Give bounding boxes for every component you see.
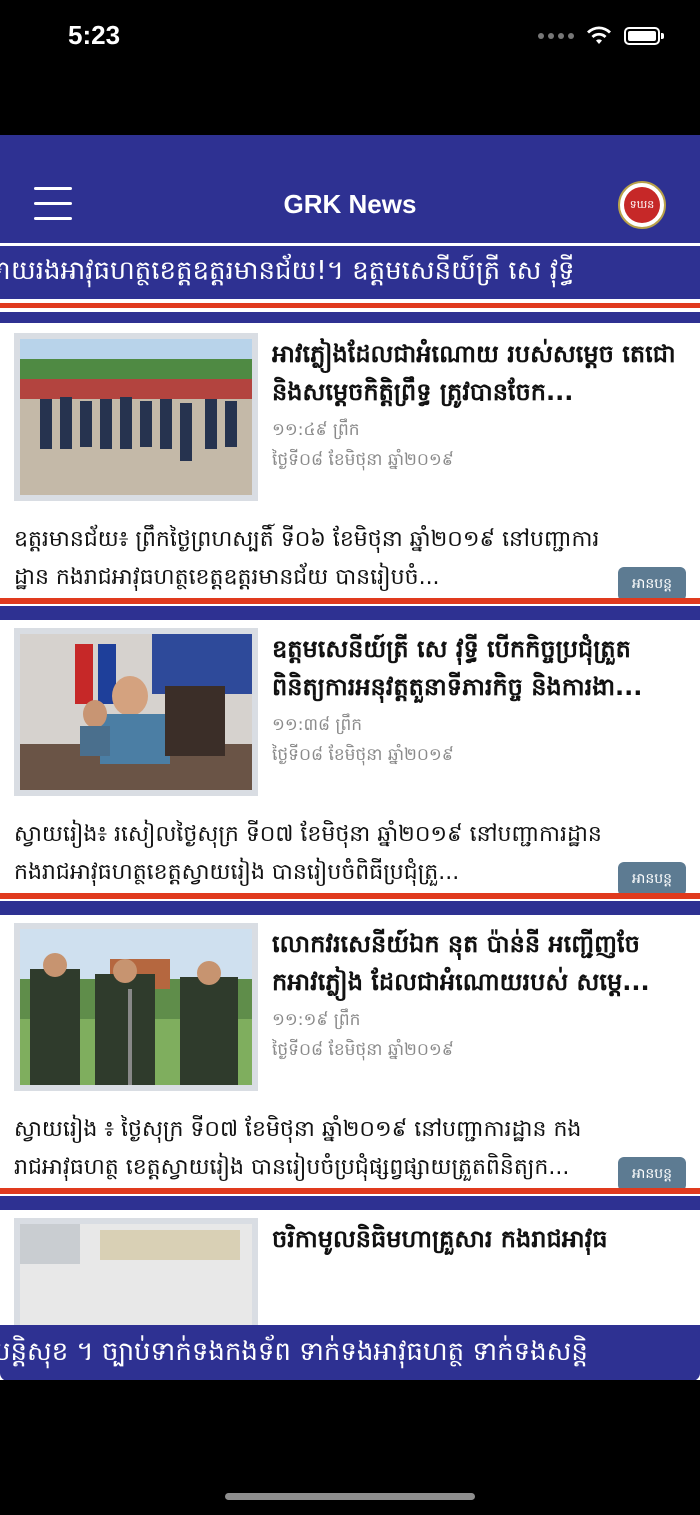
article-divider	[0, 1188, 700, 1210]
article-thumbnail[interactable]	[14, 923, 258, 1091]
article-list[interactable]: អាវភ្លៀងដែលជាអំណោយ របស់សម្តេច តេជោ និងសម…	[0, 325, 700, 1380]
article-thumbnail[interactable]	[14, 333, 258, 501]
article-summary: ស្វាយរៀង ៖ ថ្ងៃសុក្រ ទី០៧ ខែមិថុនា ឆ្នាំ…	[14, 1117, 582, 1180]
article-card[interactable]: ឧត្តមសេនីយ៍ត្រី សេ វុទ្ធី បើកកិច្ចប្រជុំ…	[0, 620, 700, 915]
app-screen: GRK News ទឃន ាយរងអាវុធហត្ថខេត្តឧត្តរមានជ…	[0, 135, 700, 1380]
flag-stripe	[0, 299, 700, 323]
article-thumbnail[interactable]	[14, 628, 258, 796]
home-indicator[interactable]	[225, 1493, 475, 1500]
article-photo	[20, 634, 252, 790]
news-ticker-bottom[interactable]: បន្តិសុខ ។ ច្បាប់ទាក់ទងកងទ័ព ទាក់ទងអាវុធ…	[0, 1325, 700, 1380]
article-time: ១១:៤៩ ព្រឹក	[272, 420, 360, 440]
news-ticker-top[interactable]: ាយរងអាវុធហត្ថខេត្តឧត្តរមានជ័យ!។ ឧត្តមសេន…	[0, 243, 700, 299]
ticker-text: ាយរងអាវុធហត្ថខេត្តឧត្តរមានជ័យ!។ ឧត្តមសេន…	[0, 256, 575, 286]
article-headline[interactable]: ឧត្តមសេនីយ៍ត្រី សេ វុទ្ធី បើកកិច្ចប្រជុំ…	[272, 630, 682, 706]
ticker-text: បន្តិសុខ ។ ច្បាប់ទាក់ទងកងទ័ព ទាក់ទងអាវុធ…	[0, 1337, 588, 1367]
article-date: ថ្ងៃទី០៨ ខែមិថុនា ឆ្នាំ២០១៩	[272, 450, 454, 470]
article-date: ថ្ងៃទី០៨ ខែមិថុនា ឆ្នាំ២០១៩	[272, 745, 454, 765]
article-time: ១១:៣៨ ព្រឹក	[272, 715, 363, 735]
nav-bar: GRK News ទឃន	[0, 135, 700, 243]
article-headline[interactable]: ចរិកាមូលនិធិមហាគ្រួសារ កងរាជអាវុធ	[272, 1220, 682, 1296]
logo-text: ទឃន	[624, 187, 660, 223]
article-summary: ឧត្តរមានជ័យ៖ ព្រឹកថ្ងៃព្រហស្បតិ៍ ទី០៦ ខែ…	[14, 527, 600, 590]
article-headline[interactable]: លោកវរសេនីយ៍ឯក នុត ប៉ាន់នី អញ្ជើញចែកអាវភ្…	[272, 925, 682, 1001]
article-divider	[0, 893, 700, 915]
logo[interactable]: ទឃន	[618, 181, 666, 229]
article-photo	[20, 929, 252, 1085]
status-bar: 5:23	[0, 0, 700, 80]
article-card[interactable]: អាវភ្លៀងដែលជាអំណោយ របស់សម្តេច តេជោ និងសម…	[0, 325, 700, 620]
battery-icon	[624, 27, 664, 45]
signal-icon	[538, 33, 574, 39]
article-time: ១១:១៩ ព្រឹក	[272, 1010, 361, 1030]
page-title: GRK News	[283, 189, 417, 219]
article-summary: ស្វាយរៀង៖ រសៀលថ្ងៃសុក្រ ទី០៧ ខែមិថុនា ឆ្…	[14, 822, 602, 885]
read-more-button[interactable]: អានបន្ត	[618, 567, 686, 601]
read-more-button[interactable]: អានបន្ត	[618, 1157, 686, 1191]
wifi-icon	[587, 26, 611, 44]
status-icons	[538, 26, 664, 46]
article-headline[interactable]: អាវភ្លៀងដែលជាអំណោយ របស់សម្តេច តេជោ និងសម…	[272, 335, 682, 411]
article-photo	[20, 339, 252, 495]
read-more-button[interactable]: អានបន្ត	[618, 862, 686, 896]
status-time: 5:23	[68, 20, 121, 50]
article-card[interactable]: លោកវរសេនីយ៍ឯក នុត ប៉ាន់នី អញ្ជើញចែកអាវភ្…	[0, 915, 700, 1210]
article-divider	[0, 598, 700, 620]
article-date: ថ្ងៃទី០៨ ខែមិថុនា ឆ្នាំ២០១៩	[272, 1040, 454, 1060]
